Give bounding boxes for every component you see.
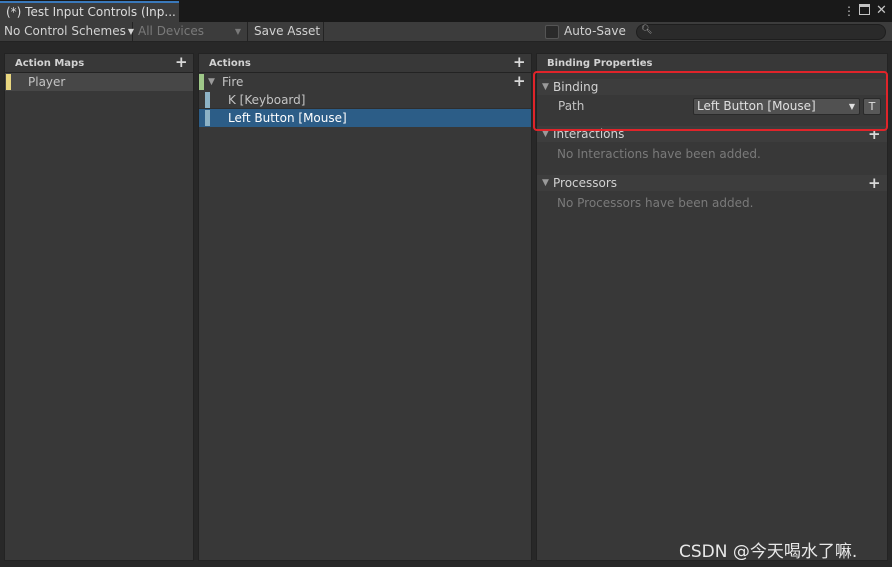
- add-binding-icon[interactable]: +: [513, 74, 526, 89]
- maximize-icon[interactable]: [859, 4, 870, 15]
- action-maps-panel: Action Maps: [4, 53, 194, 561]
- devices-label: All Devices: [138, 24, 204, 38]
- action-item[interactable]: ▼ Fire +: [199, 73, 531, 91]
- action-map-item[interactable]: Player: [5, 73, 193, 91]
- action-label: Fire: [222, 75, 244, 89]
- save-asset-button[interactable]: Save Asset: [250, 22, 324, 42]
- control-schemes-label: No Control Schemes: [4, 24, 126, 38]
- binding-item-selected[interactable]: Left Button [Mouse]: [199, 109, 531, 127]
- search-icon: 🔍︎: [641, 25, 653, 35]
- chevron-down-icon: ▼: [234, 27, 241, 36]
- control-schemes-dropdown[interactable]: No Control Schemes ▼: [0, 22, 134, 42]
- more-vert-icon[interactable]: ⋮: [843, 3, 855, 19]
- processors-empty-text: No Processors have been added.: [557, 196, 754, 210]
- devices-dropdown[interactable]: All Devices ▼: [134, 22, 248, 42]
- add-action-map-icon[interactable]: +: [175, 55, 188, 70]
- interactions-empty-text: No Interactions have been added.: [557, 147, 761, 161]
- action-map-color-bar: [6, 74, 11, 90]
- auto-save-label: Auto-Save: [564, 24, 626, 38]
- expand-triangle-icon: ▼: [542, 178, 549, 188]
- processors-section-header[interactable]: ▼ Processors +: [537, 175, 887, 191]
- window-tab[interactable]: (*) Test Input Controls (Inp...: [0, 1, 179, 22]
- action-maps-header: Action Maps: [5, 54, 193, 73]
- action-color-bar: [199, 74, 204, 90]
- add-processor-icon[interactable]: +: [868, 176, 881, 191]
- binding-color-bar: [205, 92, 210, 108]
- expand-triangle-icon[interactable]: ▼: [208, 73, 215, 91]
- binding-label: Left Button [Mouse]: [228, 111, 347, 125]
- highlight-annotation: [533, 71, 888, 131]
- add-action-icon[interactable]: +: [513, 55, 526, 70]
- binding-item[interactable]: K [Keyboard]: [199, 91, 531, 109]
- search-input[interactable]: [636, 24, 886, 40]
- actions-header: Actions: [199, 54, 531, 73]
- auto-save-checkbox[interactable]: [545, 25, 559, 39]
- binding-color-bar: [205, 110, 210, 126]
- binding-label: K [Keyboard]: [228, 93, 306, 107]
- close-icon[interactable]: ✕: [876, 3, 887, 19]
- action-map-label: Player: [28, 75, 66, 89]
- actions-panel: Actions: [198, 53, 532, 561]
- watermark-text: CSDN @今天喝水了嘛.: [679, 542, 858, 562]
- processors-section-label: Processors: [553, 176, 618, 190]
